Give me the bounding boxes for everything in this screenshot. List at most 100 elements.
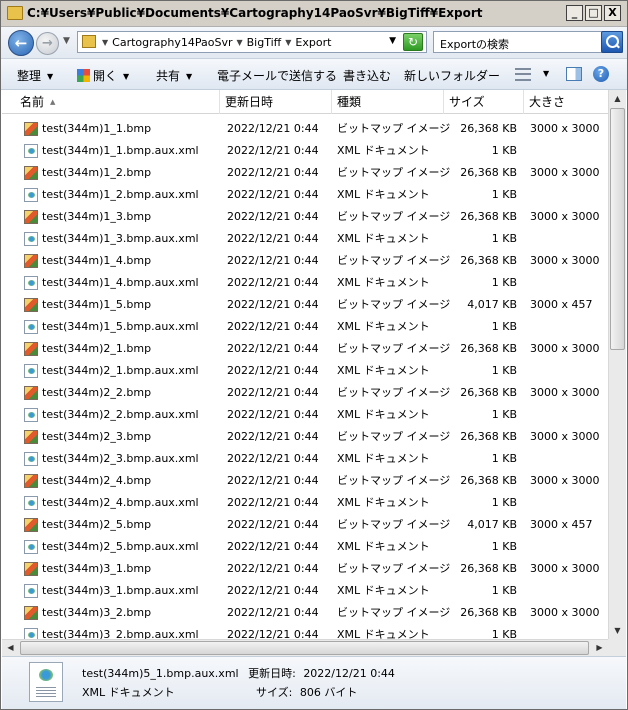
breadcrumb-item[interactable]: Export	[295, 36, 331, 49]
file-type: XML ドキュメント	[337, 452, 430, 465]
file-row[interactable]: test(344m)2_1.bmp.aux.xml 2022/12/21 0:44…	[2, 360, 608, 382]
search-icon[interactable]	[601, 31, 623, 53]
file-type: ビットマップ イメージ	[337, 122, 451, 135]
details-pane: test(344m)5_1.bmp.aux.xml 更新日時: 2022/12/…	[2, 656, 626, 709]
file-modified: 2022/12/21 0:44	[227, 254, 319, 267]
file-row[interactable]: test(344m)2_1.bmp 2022/12/21 0:44 ビットマップ イ…	[2, 338, 608, 360]
maximize-button[interactable]: □	[585, 5, 602, 21]
help-icon[interactable]: ?	[593, 66, 609, 82]
file-row[interactable]: test(344m)2_4.bmp.aux.xml 2022/12/21 0:44…	[2, 492, 608, 514]
detail-size-value: 806 バイト	[299, 686, 358, 699]
close-button[interactable]: X	[604, 5, 621, 21]
title-bar[interactable]: C:¥Users¥Public¥Documents¥Cartography14P…	[1, 1, 627, 27]
scroll-down-icon[interactable]: ▼	[609, 622, 626, 639]
minimize-button[interactable]: _	[566, 5, 583, 21]
recent-pages-dropdown[interactable]: ▼	[63, 36, 70, 46]
file-row[interactable]: test(344m)1_4.bmp 2022/12/21 0:44 ビットマップ イ…	[2, 250, 608, 272]
burn-button[interactable]: 書き込む	[343, 67, 391, 84]
file-row[interactable]: test(344m)1_5.bmp 2022/12/21 0:44 ビットマップ イ…	[2, 294, 608, 316]
file-type: ビットマップ イメージ	[337, 606, 451, 619]
organize-button[interactable]: 整理 ▼	[17, 67, 53, 84]
xml-icon	[24, 540, 38, 554]
file-row[interactable]: test(344m)2_3.bmp.aux.xml 2022/12/21 0:44…	[2, 448, 608, 470]
file-row[interactable]: test(344m)1_2.bmp.aux.xml 2022/12/21 0:44…	[2, 184, 608, 206]
back-button[interactable]: ←	[8, 30, 34, 56]
address-box[interactable]: ▼ Cartography14PaoSvr ▼ BigTiff ▼ Export…	[77, 31, 427, 53]
forward-button[interactable]: →	[36, 32, 59, 55]
file-name: test(344m)2_3.bmp.aux.xml	[42, 452, 199, 465]
file-size: 1 KB	[491, 540, 517, 553]
file-type: ビットマップ イメージ	[337, 430, 451, 443]
refresh-button[interactable]: ↻	[403, 33, 423, 51]
view-options-icon[interactable]	[515, 68, 531, 81]
file-row[interactable]: test(344m)2_5.bmp.aux.xml 2022/12/21 0:44…	[2, 536, 608, 558]
column-name[interactable]: 名前 ▲	[2, 90, 220, 114]
file-row[interactable]: test(344m)2_2.bmp 2022/12/21 0:44 ビットマップ イ…	[2, 382, 608, 404]
column-type[interactable]: 種類	[332, 90, 444, 114]
chevron-down-icon[interactable]: ▼	[543, 69, 549, 78]
file-row[interactable]: test(344m)2_5.bmp 2022/12/21 0:44 ビットマップ イ…	[2, 514, 608, 536]
file-dimensions: 3000 x 3000	[530, 430, 600, 443]
file-type: ビットマップ イメージ	[337, 210, 451, 223]
file-row[interactable]: test(344m)1_3.bmp 2022/12/21 0:44 ビットマップ イ…	[2, 206, 608, 228]
breadcrumb-item[interactable]: Cartography14PaoSvr	[112, 36, 232, 49]
scroll-up-icon[interactable]: ▲	[609, 90, 626, 107]
file-row[interactable]: test(344m)3_2.bmp 2022/12/21 0:44 ビットマップ イ…	[2, 602, 608, 624]
chevron-down-icon[interactable]: ▼	[236, 36, 242, 49]
file-name: test(344m)2_5.bmp	[42, 518, 152, 531]
open-button[interactable]: 開く ▼	[77, 67, 129, 84]
column-modified[interactable]: 更新日時	[220, 90, 332, 114]
chevron-down-icon[interactable]: ▼	[285, 36, 291, 49]
file-row[interactable]: test(344m)1_1.bmp.aux.xml 2022/12/21 0:44…	[2, 140, 608, 162]
file-row[interactable]: test(344m)3_1.bmp.aux.xml 2022/12/21 0:44…	[2, 580, 608, 602]
file-row[interactable]: test(344m)1_3.bmp.aux.xml 2022/12/21 0:44…	[2, 228, 608, 250]
scroll-thumb[interactable]	[20, 641, 589, 655]
file-type: XML ドキュメント	[337, 540, 430, 553]
file-modified: 2022/12/21 0:44	[227, 430, 319, 443]
share-button[interactable]: 共有 ▼	[156, 67, 192, 84]
file-modified: 2022/12/21 0:44	[227, 386, 319, 399]
file-row[interactable]: test(344m)1_5.bmp.aux.xml 2022/12/21 0:44…	[2, 316, 608, 338]
file-row[interactable]: test(344m)1_1.bmp 2022/12/21 0:44 ビットマップ イ…	[2, 118, 608, 140]
file-row[interactable]: test(344m)2_4.bmp 2022/12/21 0:44 ビットマップ イ…	[2, 470, 608, 492]
xml-icon	[24, 320, 38, 334]
bitmap-icon	[24, 606, 38, 620]
new-folder-button[interactable]: 新しいフォルダー	[404, 67, 500, 84]
file-size: 26,368 KB	[460, 210, 517, 223]
chevron-down-icon: ▼	[47, 72, 54, 81]
scroll-right-icon[interactable]: ▶	[591, 640, 608, 656]
file-name: test(344m)1_3.bmp.aux.xml	[42, 232, 199, 245]
file-size: 4,017 KB	[467, 518, 517, 531]
file-type: ビットマップ イメージ	[337, 254, 451, 267]
bitmap-icon	[24, 342, 38, 356]
column-size[interactable]: サイズ	[444, 90, 524, 114]
file-modified: 2022/12/21 0:44	[227, 144, 319, 157]
file-dimensions: 3000 x 3000	[530, 122, 600, 135]
vertical-scrollbar[interactable]: ▲ ▼	[608, 90, 626, 639]
scroll-thumb[interactable]	[610, 108, 625, 350]
file-type: ビットマップ イメージ	[337, 386, 451, 399]
email-button[interactable]: 電子メールで送信する	[217, 67, 337, 84]
column-dimensions[interactable]: 大きさ	[524, 90, 608, 114]
file-modified: 2022/12/21 0:44	[227, 584, 319, 597]
file-type: XML ドキュメント	[337, 584, 430, 597]
file-list: test(344m)1_1.bmp 2022/12/21 0:44 ビットマップ イ…	[2, 114, 608, 639]
file-row[interactable]: test(344m)3_2.bmp.aux.xml 2022/12/21 0:44…	[2, 624, 608, 639]
file-size: 1 KB	[491, 320, 517, 333]
file-modified: 2022/12/21 0:44	[227, 452, 319, 465]
preview-pane-icon[interactable]	[566, 67, 582, 81]
chevron-down-icon[interactable]: ▼	[102, 36, 108, 49]
file-row[interactable]: test(344m)1_2.bmp 2022/12/21 0:44 ビットマップ イ…	[2, 162, 608, 184]
file-row[interactable]: test(344m)3_1.bmp 2022/12/21 0:44 ビットマップ イ…	[2, 558, 608, 580]
breadcrumb-item[interactable]: BigTiff	[247, 36, 282, 49]
file-name: test(344m)2_2.bmp.aux.xml	[42, 408, 199, 421]
address-history-dropdown[interactable]: ▼	[389, 36, 396, 46]
search-input[interactable]: Exportの検索	[433, 31, 623, 53]
file-row[interactable]: test(344m)2_3.bmp 2022/12/21 0:44 ビットマップ イ…	[2, 426, 608, 448]
scroll-left-icon[interactable]: ◀	[2, 640, 19, 656]
file-size: 26,368 KB	[460, 386, 517, 399]
horizontal-scrollbar[interactable]: ◀ ▶	[2, 639, 608, 656]
file-row[interactable]: test(344m)1_4.bmp.aux.xml 2022/12/21 0:44…	[2, 272, 608, 294]
file-size: 1 KB	[491, 364, 517, 377]
file-row[interactable]: test(344m)2_2.bmp.aux.xml 2022/12/21 0:44…	[2, 404, 608, 426]
